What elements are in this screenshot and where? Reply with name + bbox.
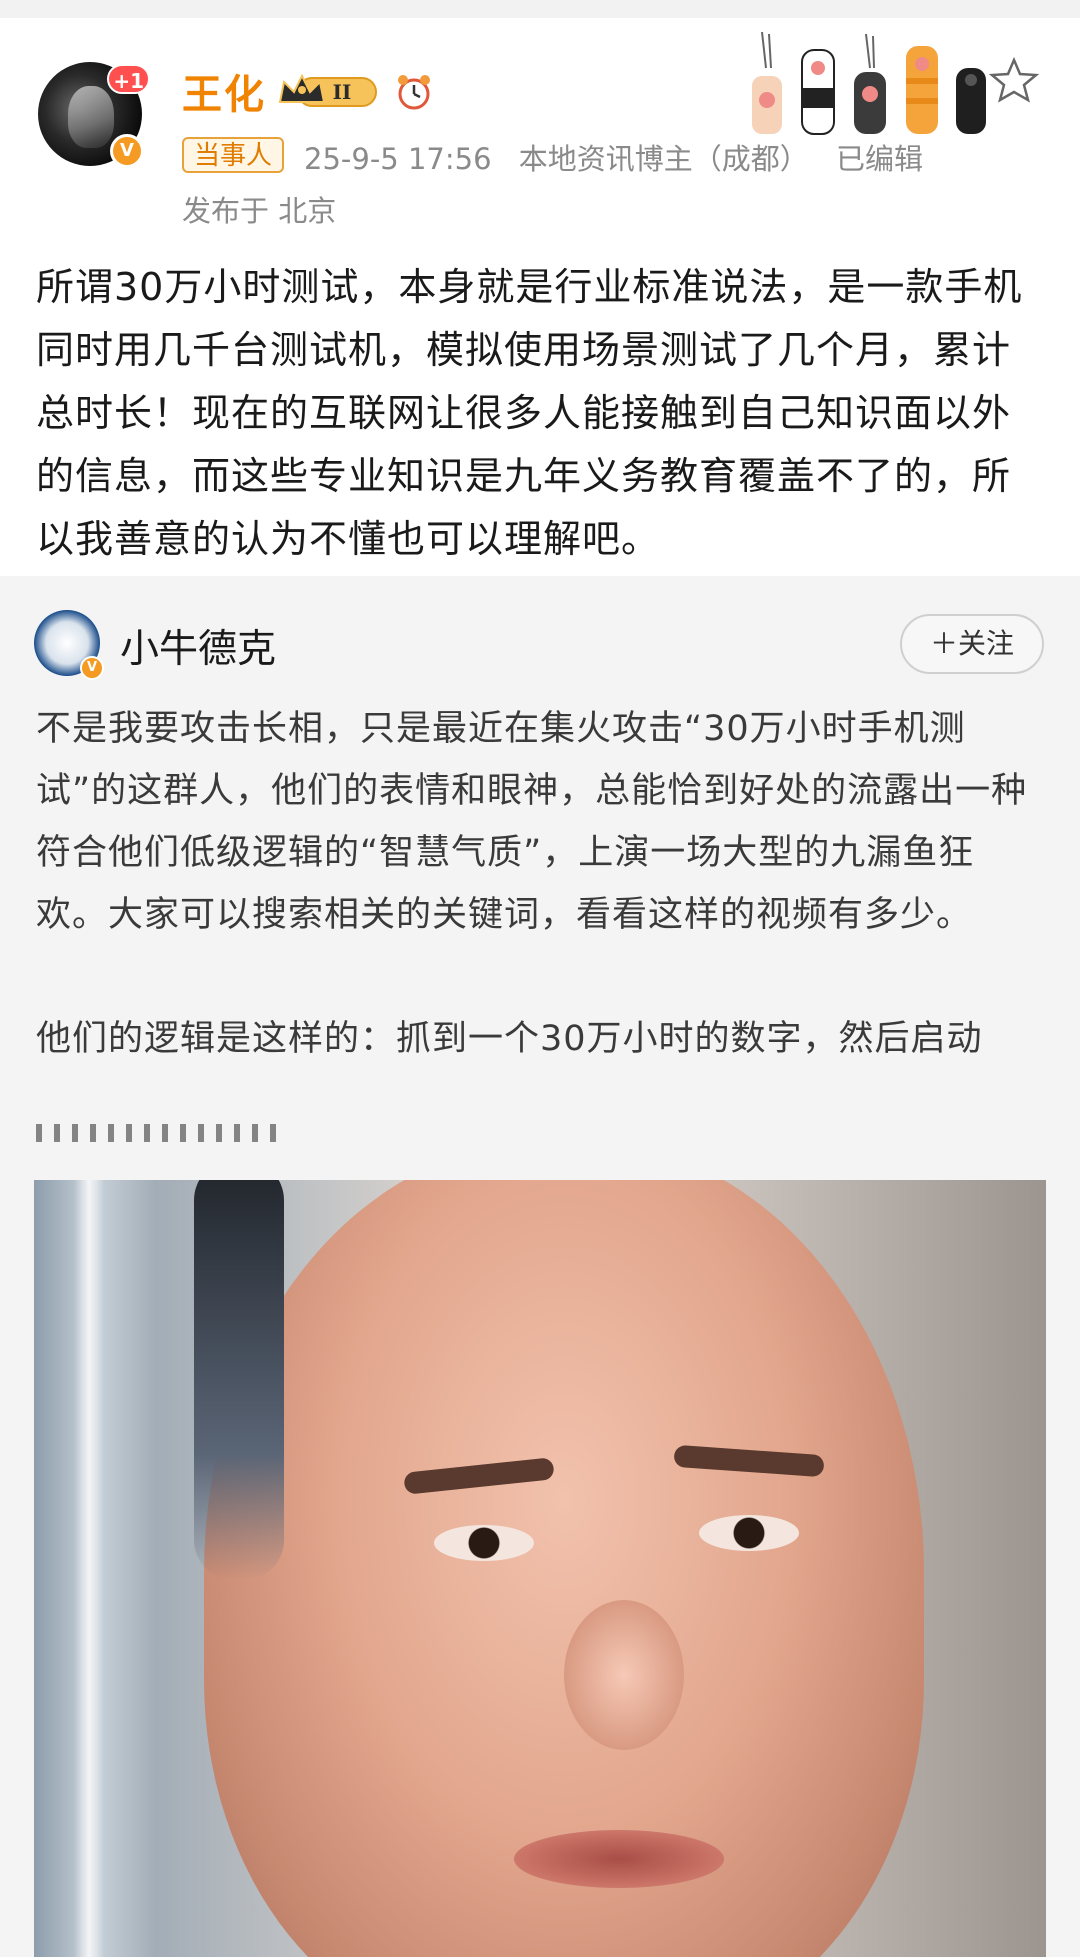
star-icon [988, 56, 1040, 103]
level-text: II [333, 80, 352, 104]
photo-right-eye [699, 1515, 799, 1551]
cat-paws-decoration [752, 31, 1040, 135]
avatar-face [68, 86, 114, 148]
photo-hair [194, 1180, 284, 1580]
photo-left-eye [434, 1525, 534, 1561]
quoted-author-avatar[interactable]: V [34, 610, 104, 680]
post-location: 发布于 北京 [182, 194, 337, 228]
author-description: 本地资讯博主（成都） [518, 142, 809, 176]
edited-label[interactable]: 已编辑 [836, 142, 923, 176]
photo-nose [564, 1600, 684, 1750]
follow-button[interactable]: ＋关注 [900, 614, 1044, 674]
quoted-paragraph-2: 他们的逻辑是这样的：抓到一个30万小时的数字，然后启动 [36, 1019, 983, 1059]
author-avatar[interactable]: +1 V [38, 62, 150, 168]
quoted-text: 不是我要攻击长相，只是最近在集火攻击“30万小时手机测试”的这群人，他们的表情和… [36, 698, 1046, 1070]
post-text: 所谓30万小时测试，本身就是行业标准说法，是一款手机同时用几千台测试机，模拟使用… [36, 265, 1023, 561]
photo-light-streak [74, 1180, 104, 1957]
cut-off-text-line [36, 1116, 276, 1146]
quoted-post[interactable]: V 小牛德克 ＋关注 不是我要攻击长相，只是最近在集火攻击“30万小时手机测试”… [0, 576, 1080, 1957]
quoted-photo[interactable] [34, 1180, 1046, 1957]
crown-level-badge[interactable]: II [276, 72, 380, 110]
author-name[interactable]: 王化 [182, 62, 266, 120]
quoted-paragraph-1: 不是我要攻击长相，只是最近在集火攻击“30万小时手机测试”的这群人，他们的表情和… [36, 709, 1028, 935]
insider-tag: 当事人 [182, 137, 285, 173]
post-timestamp: 25-9-5 17:56 [304, 142, 492, 176]
quoted-author-name[interactable]: 小牛德克 [120, 618, 276, 674]
top-separator [0, 0, 1080, 18]
verified-icon: V [80, 656, 104, 680]
verified-icon: V [110, 134, 144, 168]
alarm-clock-icon [398, 75, 430, 110]
photo-mouth [514, 1830, 724, 1888]
post-meta: 25-9-5 17:56 本地资讯博主（成都） 已编辑 [304, 136, 941, 178]
avatar-plus-badge: +1 [107, 64, 150, 94]
